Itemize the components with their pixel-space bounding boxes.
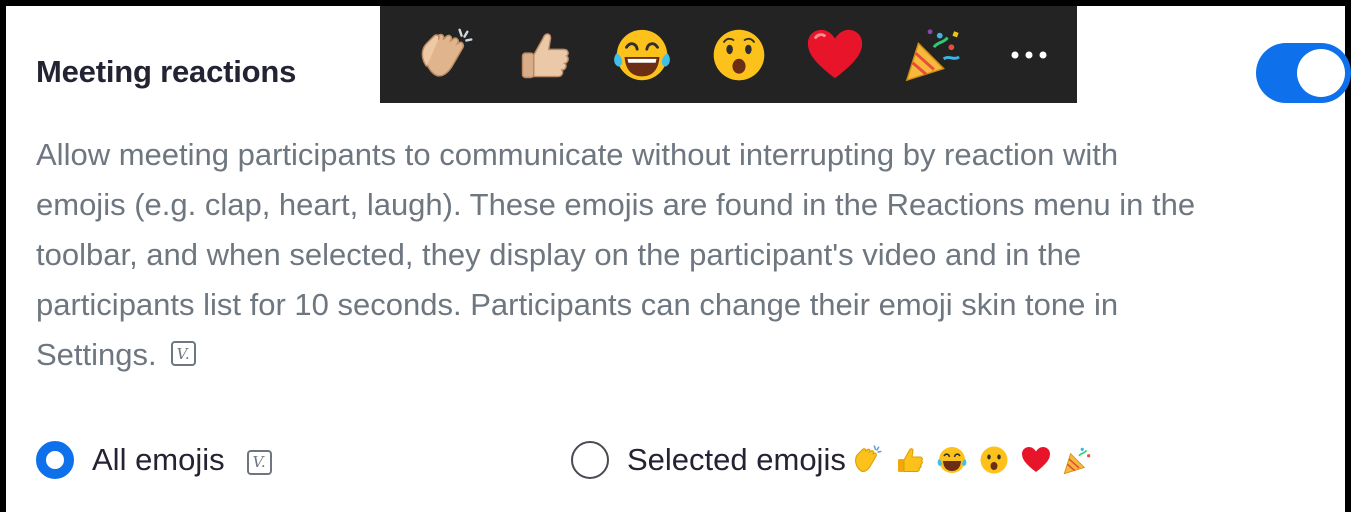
toggle-knob	[1297, 49, 1345, 97]
selected-emojis-preview	[850, 442, 1102, 478]
option-all-emojis[interactable]: All emojis V.	[36, 434, 272, 486]
clap-icon	[421, 28, 473, 77]
mini-tears-of-joy-icon	[934, 442, 970, 478]
open-mouth-emoji-button[interactable]	[690, 6, 787, 103]
reactions-toolbar	[380, 6, 1077, 103]
party-popper-icon	[905, 28, 960, 81]
thumbs-up-icon	[521, 32, 569, 78]
clap-emoji-button[interactable]	[400, 6, 497, 103]
mini-clap-icon	[850, 442, 886, 478]
meeting-reactions-toggle[interactable]	[1256, 43, 1351, 103]
mini-open-mouth-icon	[976, 442, 1012, 478]
mini-heart-icon	[1018, 442, 1054, 478]
setting-description: Allow meeting participants to communicat…	[36, 130, 1196, 380]
party-popper-emoji-button[interactable]	[884, 6, 981, 103]
emoji-options: All emojis V. Selected emojis	[36, 434, 1336, 486]
version-badge-icon[interactable]: V.	[170, 341, 196, 367]
more-horizontal-icon[interactable]	[980, 6, 1077, 103]
radio-selected-emojis[interactable]	[571, 441, 609, 479]
mini-party-popper-icon	[1060, 442, 1096, 478]
tears-of-joy-icon	[613, 29, 670, 80]
open-mouth-icon	[713, 29, 764, 80]
description-text: Allow meeting participants to communicat…	[36, 137, 1196, 372]
tears-of-joy-emoji-button[interactable]	[593, 6, 690, 103]
heart-emoji-button[interactable]	[787, 6, 884, 103]
option-selected-emojis[interactable]: Selected emojis	[571, 434, 1102, 486]
all-emojis-label: All emojis	[92, 442, 225, 477]
radio-all-emojis[interactable]	[36, 441, 74, 479]
thumbs-up-emoji-button[interactable]	[497, 6, 594, 103]
all-emojis-badge-icon[interactable]: V.	[246, 449, 272, 475]
mini-thumbs-up-icon	[892, 442, 928, 478]
setting-title: Meeting reactions	[36, 54, 297, 89]
heart-icon	[808, 29, 863, 78]
selected-emojis-label: Selected emojis	[627, 442, 846, 477]
settings-panel: Meeting reactions Allow meeting particip…	[0, 0, 1351, 512]
